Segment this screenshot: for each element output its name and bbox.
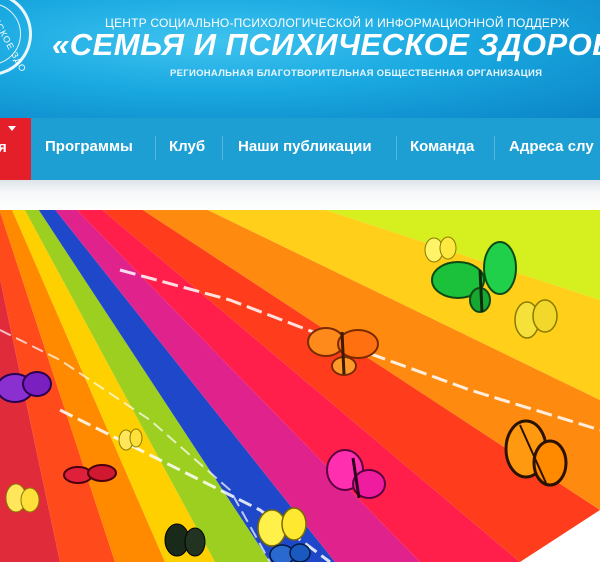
- nav-item-club[interactable]: Клуб: [169, 138, 205, 155]
- chevron-down-icon: [8, 126, 16, 131]
- nav-item-active[interactable]: я: [0, 118, 31, 180]
- nav-separator: [494, 136, 495, 160]
- site-header: ИЧЕСКОЕ ЗДО ЦЕНТР СОЦИАЛЬНО-ПСИХОЛОГИЧЕС…: [0, 0, 600, 118]
- nav-separator: [155, 136, 156, 160]
- blue-butterfly-icon: [269, 543, 311, 562]
- nav-separator: [396, 136, 397, 160]
- organization-logo[interactable]: ИЧЕСКОЕ ЗДО: [0, 0, 32, 76]
- nav-shadow-band: [0, 180, 600, 210]
- nav-item-publications[interactable]: Наши публикации: [238, 138, 372, 155]
- nav-item-addresses[interactable]: Адреса слу: [509, 138, 594, 155]
- color-fan-illustration: [0, 210, 600, 562]
- nav-item-team[interactable]: Команда: [410, 138, 474, 155]
- header-subtitle: РЕГИОНАЛЬНАЯ БЛАГОТВОРИТЕЛЬНАЯ ОБЩЕСТВЕН…: [170, 68, 543, 79]
- red-butterfly-icon: [63, 464, 117, 484]
- site-title[interactable]: «СЕМЬЯ И ПСИХИЧЕСКОЕ ЗДОРОВ: [52, 27, 600, 63]
- banner-image: [0, 210, 600, 562]
- nav-item-programs[interactable]: Программы: [45, 138, 133, 155]
- nav-separator: [222, 136, 223, 160]
- nav-item-active-label: я: [0, 139, 7, 156]
- black-butterfly-icon: [164, 523, 206, 557]
- main-nav: я Программы Клуб Наши публикации Команда…: [0, 118, 600, 180]
